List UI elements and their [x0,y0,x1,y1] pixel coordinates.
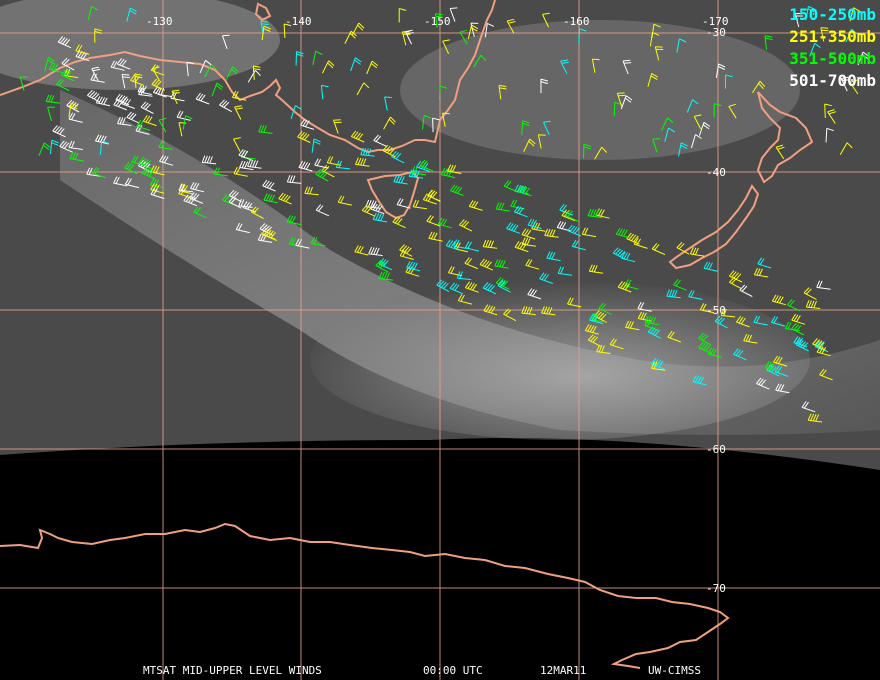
footer-caption: MTSAT MID-UPPER LEVEL WINDS 00:00 UTC 12… [0,664,880,678]
legend-item-351-500: 351-500mb [789,49,876,68]
pressure-legend: 150-250mb 251-350mb 351-500mb 501-700mb [789,4,876,92]
lat-label: -30 [706,26,726,39]
lon-label: -140 [285,15,312,28]
lat-label: -40 [706,166,726,179]
satellite-wind-map: -130 -140 -150 -160 -170 -30 -40 -50 -60… [0,0,880,680]
source-credit: UW-CIMSS [648,664,701,677]
lat-label: -60 [706,443,726,456]
product-title: MTSAT MID-UPPER LEVEL WINDS [143,664,322,677]
lat-label: -70 [706,582,726,595]
date-stamp: 12MAR11 [540,664,587,677]
lon-label: -160 [563,15,590,28]
legend-item-150-250: 150-250mb [789,5,876,24]
lon-label: -130 [146,15,173,28]
cloud-bright [310,280,810,440]
cloud-bright [400,20,800,160]
time-stamp: 00:00 UTC [423,664,483,677]
legend-item-501-700: 501-700mb [789,71,876,90]
legend-item-251-350: 251-350mb [789,27,876,46]
